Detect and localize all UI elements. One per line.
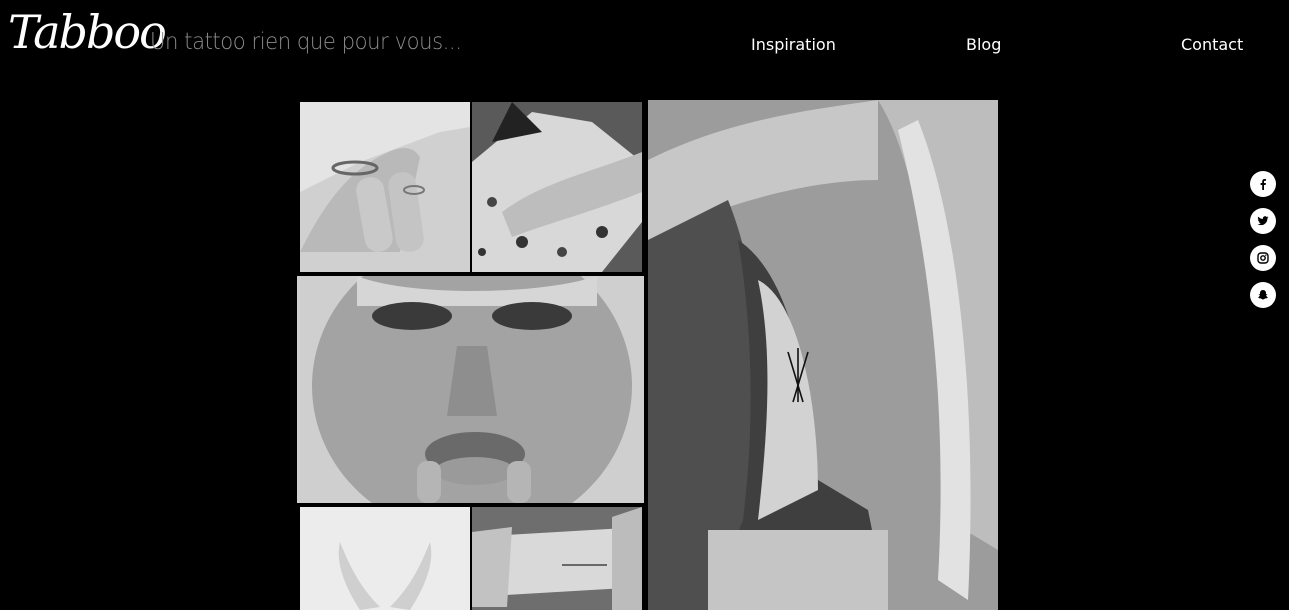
twitter-link[interactable] [1250, 208, 1276, 234]
instagram-icon [1257, 252, 1269, 264]
facebook-icon [1260, 179, 1266, 190]
photo-arm-floral-tattoo[interactable] [472, 102, 642, 272]
photo-wrist-script-tattoo[interactable] [472, 507, 642, 610]
facebook-link[interactable] [1250, 171, 1276, 197]
nav-link-contact[interactable]: Contact [1181, 35, 1243, 54]
nav-link-blog[interactable]: Blog [966, 35, 1001, 54]
tagline: Un tattoo rien que pour vous... [150, 29, 462, 55]
instagram-link[interactable] [1250, 245, 1276, 271]
photo-hands-tattoo[interactable] [300, 507, 470, 610]
photo-face-lip-tattoo[interactable] [297, 276, 644, 503]
social-links [1250, 171, 1276, 308]
twitter-icon [1257, 216, 1269, 226]
snapchat-icon [1258, 290, 1268, 300]
photo-hand-ring-tattoo[interactable] [300, 102, 470, 272]
nav-link-inspiration[interactable]: Inspiration [751, 35, 836, 54]
photo-side-arrow-tattoo[interactable] [648, 100, 998, 610]
logo[interactable]: Tabboo [8, 2, 167, 62]
snapchat-link[interactable] [1250, 282, 1276, 308]
